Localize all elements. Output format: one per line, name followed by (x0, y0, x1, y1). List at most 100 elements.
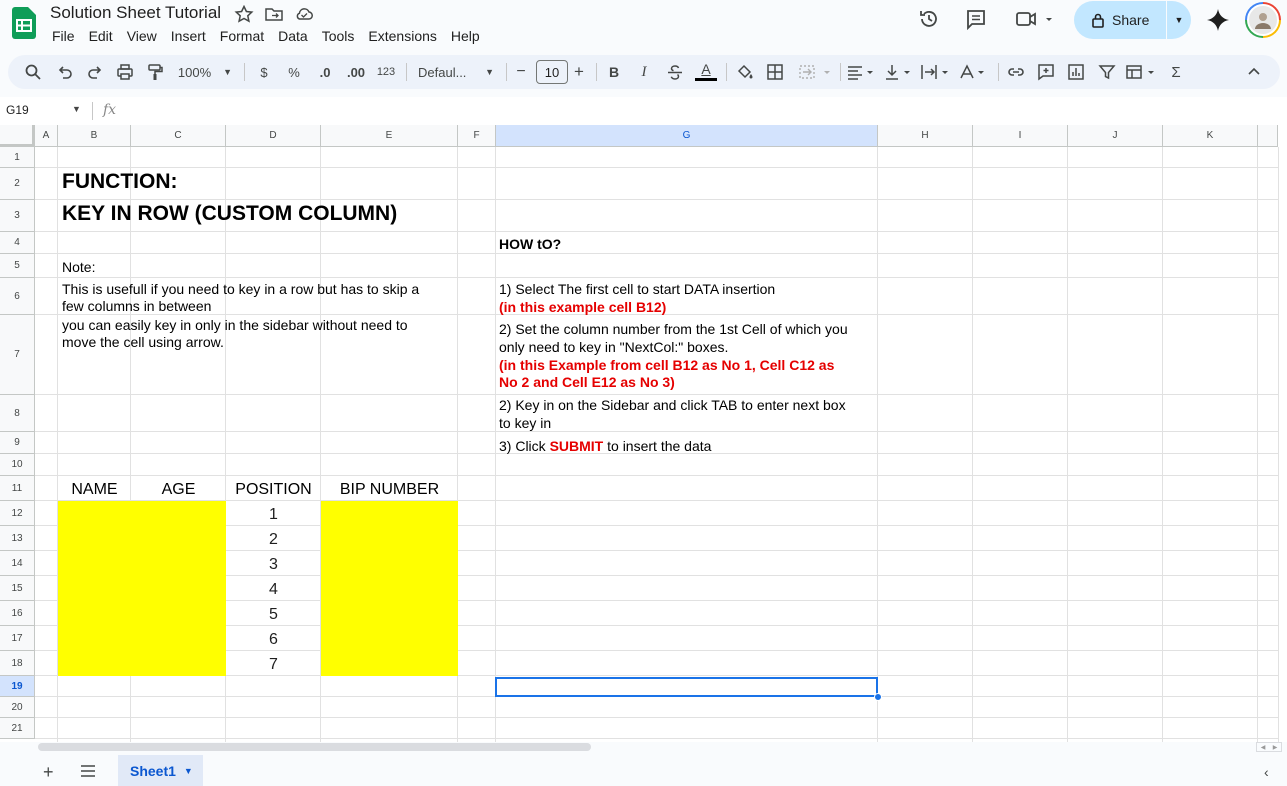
select-all-corner[interactable] (0, 125, 35, 147)
column-header-b[interactable]: B (58, 125, 131, 147)
functions-button[interactable]: Σ (1166, 55, 1186, 89)
increase-decimal-button[interactable]: .00 (343, 55, 369, 89)
menu-tools[interactable]: Tools (315, 27, 362, 45)
row-header-19[interactable]: 19 (0, 676, 35, 697)
column-header-k[interactable]: K (1163, 125, 1258, 147)
name-box-caret-icon[interactable]: ▼ (72, 104, 81, 114)
fill-handle[interactable] (874, 693, 882, 701)
menu-view[interactable]: View (120, 27, 164, 45)
filter-icon[interactable] (1096, 55, 1118, 89)
row-header-5[interactable]: 5 (0, 254, 35, 278)
filter-views-icon[interactable] (1125, 55, 1159, 89)
menu-data[interactable]: Data (271, 27, 315, 45)
column-header-d[interactable]: D (226, 125, 321, 147)
currency-format-button[interactable]: $ (255, 55, 273, 89)
font-select[interactable]: Defaul... ▼ (418, 55, 494, 89)
borders-icon[interactable] (764, 55, 786, 89)
vertical-align-icon[interactable] (884, 55, 914, 89)
row-header-21[interactable]: 21 (0, 718, 35, 739)
bold-button[interactable]: B (606, 55, 622, 89)
vertical-scrollbar[interactable] (1278, 147, 1287, 742)
row-header-18[interactable]: 18 (0, 651, 35, 676)
merge-cells-icon[interactable] (795, 55, 835, 89)
menu-help[interactable]: Help (444, 27, 487, 45)
row-header-8[interactable]: 8 (0, 395, 35, 432)
column-header-i[interactable]: I (973, 125, 1068, 147)
horizontal-scrollbar[interactable] (38, 743, 591, 751)
column-header-a[interactable]: A (35, 125, 58, 147)
redo-icon[interactable] (84, 55, 106, 89)
cloud-saved-icon[interactable] (294, 5, 314, 23)
row-header-20[interactable]: 20 (0, 697, 35, 718)
spreadsheet-grid[interactable]: A B C D E F G H I J K 1 2 3 4 5 6 7 8 9 … (0, 125, 1287, 742)
scroll-right-icon[interactable]: ▶ (1273, 744, 1278, 751)
active-cell-selection[interactable] (495, 677, 878, 697)
menu-edit[interactable]: Edit (82, 27, 120, 45)
menu-format[interactable]: Format (213, 27, 271, 45)
number-format-button[interactable]: 123 (374, 55, 398, 89)
sheet-tab-caret-icon[interactable]: ▼ (184, 766, 193, 776)
comments-icon[interactable] (965, 8, 987, 30)
undo-icon[interactable] (54, 55, 76, 89)
menu-file[interactable]: File (45, 27, 82, 45)
meet-icon[interactable] (1014, 8, 1054, 30)
highlight-range-name-age[interactable] (58, 501, 226, 676)
menu-insert[interactable]: Insert (164, 27, 213, 45)
hide-menus-icon[interactable] (1244, 55, 1264, 89)
text-color-button[interactable]: A (694, 55, 718, 89)
highlight-range-bip[interactable] (321, 501, 458, 676)
percent-format-button[interactable]: % (285, 55, 303, 89)
zoom-select[interactable]: 100% ▼ (174, 55, 236, 89)
row-header-12[interactable]: 12 (0, 501, 35, 526)
row-header-11[interactable]: 11 (0, 476, 35, 501)
column-header-f[interactable]: F (458, 125, 496, 147)
share-main[interactable]: Share (1074, 12, 1166, 28)
insert-chart-icon[interactable] (1065, 55, 1087, 89)
increase-font-size-button[interactable]: + (571, 55, 587, 89)
column-header-g[interactable]: G (496, 125, 878, 147)
italic-button[interactable]: I (636, 55, 652, 89)
column-header-h[interactable]: H (878, 125, 973, 147)
row-header-14[interactable]: 14 (0, 551, 35, 576)
scroll-arrows[interactable]: ◀ ▶ (1256, 742, 1282, 752)
row-header-2[interactable]: 2 (0, 168, 35, 200)
decrease-decimal-button[interactable]: .0 (314, 55, 336, 89)
add-sheet-icon[interactable]: + (43, 762, 54, 783)
row-header-15[interactable]: 15 (0, 576, 35, 601)
decrease-font-size-button[interactable]: − (513, 55, 529, 89)
insert-comment-icon[interactable] (1035, 55, 1057, 89)
column-header-e[interactable]: E (321, 125, 458, 147)
share-dropdown-icon[interactable]: ▼ (1167, 15, 1191, 25)
column-header-l[interactable] (1258, 125, 1278, 147)
row-header-1[interactable]: 1 (0, 147, 35, 168)
menu-extensions[interactable]: Extensions (361, 27, 443, 45)
paint-format-icon[interactable] (144, 55, 166, 89)
text-rotation-icon[interactable] (958, 55, 990, 89)
move-to-folder-icon[interactable] (264, 5, 284, 23)
search-menus-icon[interactable] (22, 55, 44, 89)
fill-color-icon[interactable] (734, 55, 756, 89)
version-history-icon[interactable] (918, 8, 940, 30)
row-header-6[interactable]: 6 (0, 278, 35, 315)
insert-link-icon[interactable] (1005, 55, 1027, 89)
sheets-logo-icon[interactable] (12, 7, 36, 39)
row-header-9[interactable]: 9 (0, 432, 35, 454)
row-header-10[interactable]: 10 (0, 454, 35, 476)
document-title[interactable]: Solution Sheet Tutorial (50, 3, 221, 23)
all-sheets-icon[interactable] (80, 765, 96, 777)
row-header-3[interactable]: 3 (0, 200, 35, 232)
column-header-c[interactable]: C (131, 125, 226, 147)
sheet-tab-sheet1[interactable]: Sheet1 ▼ (118, 755, 203, 786)
row-header-4[interactable]: 4 (0, 232, 35, 254)
gemini-icon[interactable] (1206, 8, 1230, 32)
text-wrapping-icon[interactable] (920, 55, 952, 89)
column-header-j[interactable]: J (1068, 125, 1163, 147)
row-header-16[interactable]: 16 (0, 601, 35, 626)
name-box[interactable]: G19 (6, 103, 29, 117)
strikethrough-icon[interactable] (665, 55, 685, 89)
user-avatar[interactable] (1245, 2, 1281, 38)
print-icon[interactable] (114, 55, 136, 89)
side-panel-toggle-icon[interactable]: ‹ (1264, 764, 1269, 780)
horizontal-align-icon[interactable] (846, 55, 876, 89)
star-icon[interactable] (234, 5, 254, 23)
